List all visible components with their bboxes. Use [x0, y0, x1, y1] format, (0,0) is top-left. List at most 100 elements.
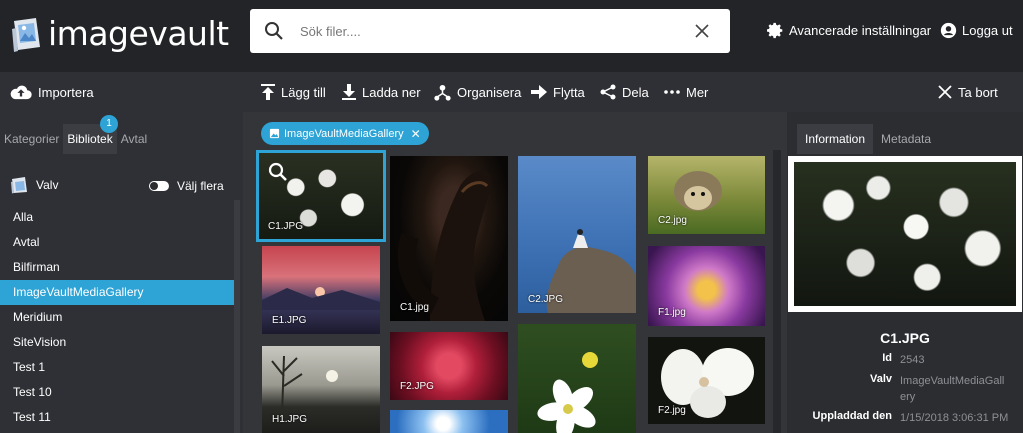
thumbnail-f2-jpg-orchid[interactable]: F2.jpg: [648, 337, 765, 424]
tab-information[interactable]: Information: [797, 124, 874, 154]
delete-label: Ta bort: [958, 84, 998, 100]
share-button[interactable]: Dela: [600, 72, 649, 112]
vault-list: Alla Avtal Bilfirman ImageVaultMediaGall…: [0, 205, 234, 430]
vault-icon: [11, 177, 27, 194]
share-icon: [600, 84, 616, 100]
thumbnail-sky[interactable]: [390, 410, 508, 433]
logout-label: Logga ut: [962, 23, 1013, 38]
logout-link[interactable]: Logga ut: [940, 22, 1013, 39]
move-button[interactable]: Flytta: [531, 72, 585, 112]
search-input[interactable]: [300, 20, 670, 42]
more-button[interactable]: Mer: [664, 72, 708, 112]
detail-value: ImageVaultMediaGallery: [900, 375, 1005, 403]
imagevault-logo-icon: [12, 17, 40, 52]
search-icon[interactable]: [268, 162, 288, 182]
vault-item-avtal[interactable]: Avtal: [0, 230, 234, 255]
gallery-icon: [269, 128, 280, 139]
arrow-right-icon: [531, 85, 547, 99]
detail-key: Id: [882, 352, 892, 364]
thumbnail-f1-jpg[interactable]: F1.jpg: [648, 246, 765, 326]
multi-select-label: Välj flera: [177, 179, 224, 193]
app-name: imagevault: [48, 14, 229, 53]
filter-chip[interactable]: ImageVaultMediaGallery ✕: [261, 122, 429, 145]
search-icon[interactable]: [264, 21, 284, 41]
vault-item-sitevision[interactable]: SiteVision: [0, 330, 234, 355]
more-dots-icon: [664, 90, 680, 94]
move-label: Flytta: [553, 84, 585, 100]
advanced-settings-label: Avancerade inställningar: [789, 23, 932, 38]
left-tabs: Kategorier Bibliotek Avtal: [0, 124, 151, 154]
vault-item-bilfirman[interactable]: Bilfirman: [0, 255, 234, 280]
thumbnail-label: C2.jpg: [658, 215, 687, 226]
close-icon[interactable]: [694, 23, 710, 39]
thumbnail-c2-jpg[interactable]: C2.JPG: [518, 156, 636, 313]
share-label: Dela: [622, 84, 649, 100]
thumbnail-f2-jpg[interactable]: F2.JPG: [390, 332, 508, 400]
close-icon: [938, 85, 952, 99]
thumbnail-label: F2.jpg: [658, 405, 686, 416]
thumbnail-label: H1.JPG: [272, 414, 308, 425]
toggle-switch[interactable]: [149, 181, 169, 191]
action-toolbar: Importera Lägg till Ladda ner Organisera…: [0, 72, 1023, 112]
thumbnail-label: F2.JPG: [400, 381, 434, 392]
detail-value: 1/15/2018 3:06:31 PM: [900, 412, 1009, 424]
thumbnail-anemone[interactable]: [518, 324, 636, 433]
detail-row-valv: Valv ImageVaultMediaGallery: [787, 373, 1010, 405]
add-label: Lägg till: [281, 84, 326, 100]
left-scrollbar[interactable]: [234, 200, 240, 433]
import-button[interactable]: Importera: [10, 72, 94, 112]
thumbnail-label: E1.JPG: [272, 315, 307, 326]
grid-scrollbar[interactable]: [773, 150, 781, 433]
delete-button[interactable]: Ta bort: [938, 72, 998, 112]
search-bar[interactable]: [250, 9, 730, 53]
add-button[interactable]: Lägg till: [261, 72, 326, 112]
mountains-image: [262, 287, 380, 310]
vault-item-meridium[interactable]: Meridium: [0, 305, 234, 330]
tab-metadata[interactable]: Metadata: [873, 124, 939, 154]
vault-item-test-11[interactable]: Test 11: [0, 405, 234, 430]
download-label: Ladda ner: [362, 84, 421, 100]
tab-avtal[interactable]: Avtal: [117, 124, 151, 154]
advanced-settings-link[interactable]: Avancerade inställningar: [767, 22, 931, 39]
tab-kategorier[interactable]: Kategorier: [0, 124, 63, 154]
cloud-upload-icon: [10, 85, 32, 100]
vault-item-alla[interactable]: Alla: [0, 205, 234, 230]
download-icon: [342, 84, 356, 100]
file-name: C1.JPG: [880, 330, 930, 346]
thumbnail-label: C1.JPG: [268, 221, 304, 232]
multi-select-toggle[interactable]: Välj flera: [149, 179, 224, 193]
organize-icon: [434, 84, 451, 101]
vault-item-test-10[interactable]: Test 10: [0, 380, 234, 405]
chip-remove-icon[interactable]: ✕: [411, 127, 421, 141]
preview-image: [794, 162, 1016, 306]
flower-image: [537, 352, 598, 433]
upload-icon: [261, 84, 275, 100]
organize-button[interactable]: Organisera: [434, 72, 521, 112]
organize-label: Organisera: [457, 84, 522, 100]
user-icon: [940, 22, 957, 39]
top-bar: imagevault Avancerade inställningar Logg…: [0, 0, 1023, 72]
thumbnail-c2-jpg-hedgehog[interactable]: C2.jpg: [648, 156, 765, 234]
detail-row-uploaded: Uppladdad den 1/15/2018 3:06:31 PM: [787, 410, 1010, 426]
thumbnail-h1-jpg[interactable]: H1.JPG: [262, 346, 380, 433]
dog-image: [397, 170, 491, 321]
detail-key: Valv: [869, 373, 892, 385]
download-button[interactable]: Ladda ner: [342, 72, 421, 112]
more-label: Mer: [686, 84, 709, 100]
thumbnail-c1-jpg-dog[interactable]: C1.jpg: [390, 156, 508, 321]
vault-item-imagevaultmediagallery[interactable]: ImageVaultMediaGallery: [0, 280, 234, 305]
detail-value: 2543: [900, 354, 925, 366]
thumbnail-label: C1.jpg: [400, 302, 429, 313]
vault-selector[interactable]: Valv: [10, 176, 58, 194]
rock-bird-image: [546, 229, 636, 313]
thumbnail-label: F1.jpg: [658, 307, 686, 318]
detail-row-id: Id 2543: [787, 352, 1010, 368]
vault-item-test-1[interactable]: Test 1: [0, 355, 234, 380]
vault-label: Valv: [36, 178, 59, 192]
thumbnail-c1-jpg[interactable]: C1.JPG: [256, 150, 386, 242]
app-logo[interactable]: imagevault: [10, 14, 229, 53]
filter-chip-label: ImageVaultMediaGallery: [284, 127, 404, 140]
import-label: Importera: [38, 84, 94, 100]
image-preview[interactable]: [788, 156, 1022, 312]
thumbnail-e1-jpg[interactable]: E1.JPG: [262, 246, 380, 334]
